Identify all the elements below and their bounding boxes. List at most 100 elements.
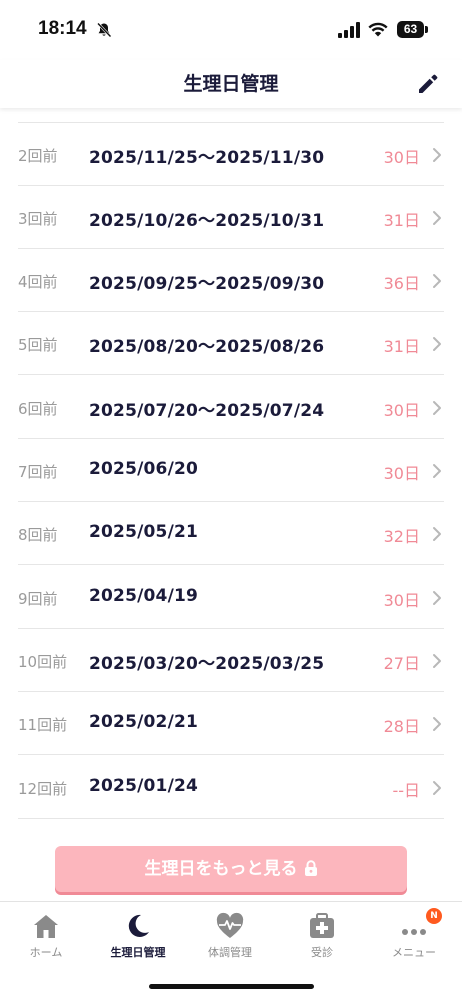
cycle-length: 30日 xyxy=(384,397,420,421)
cycle-length: 28日 xyxy=(384,713,420,737)
tab-label: ホーム xyxy=(29,946,63,959)
period-dates: 2025/07/20〜2025/07/24 xyxy=(89,401,325,421)
days-unit: 日 xyxy=(403,717,420,736)
period-row[interactable]: 10回前 2025/03/20〜2025/03/25 27日 xyxy=(0,629,462,692)
chevron-right-icon xyxy=(433,717,441,731)
period-row[interactable]: 3回前 2025/10/26〜2025/10/31 31日 xyxy=(0,186,462,249)
bell-off-icon xyxy=(97,22,112,38)
chevron-right-icon xyxy=(433,654,441,668)
chevron-right-icon xyxy=(433,464,441,478)
cycle-label: 3回前 xyxy=(18,210,58,228)
period-row[interactable]: 4回前 2025/09/25〜2025/09/30 36日 xyxy=(0,249,462,312)
chevron-right-icon xyxy=(433,148,441,162)
medical-box-icon xyxy=(310,913,334,938)
more-dots-icon xyxy=(402,929,426,935)
days-unit: 日 xyxy=(403,464,420,483)
tab-menu[interactable]: N メニュー xyxy=(368,902,460,972)
see-more-periods-button[interactable]: 生理日をもっと見る xyxy=(55,846,407,892)
cycle-label: 7回前 xyxy=(18,463,58,481)
cycle-days-value: 30 xyxy=(383,591,404,610)
cycle-days-value: 30 xyxy=(383,464,404,483)
days-unit: 日 xyxy=(403,401,420,420)
cycle-days-value: 31 xyxy=(383,211,404,230)
moon-icon xyxy=(128,914,149,937)
period-dates: 2025/06/20 xyxy=(89,459,199,479)
period-dates: 2025/05/21 xyxy=(89,522,199,542)
cycle-length: --日 xyxy=(392,777,420,801)
cycle-label: 9回前 xyxy=(18,590,58,608)
cycle-label: 2回前 xyxy=(18,147,58,165)
days-unit: 日 xyxy=(403,211,420,230)
days-unit: 日 xyxy=(403,337,420,356)
edit-pencil-icon[interactable] xyxy=(414,70,442,98)
days-unit: 日 xyxy=(403,591,420,610)
tab-consultation[interactable]: 受診 xyxy=(276,902,368,972)
tab-home[interactable]: ホーム xyxy=(0,902,92,972)
cycle-label: 6回前 xyxy=(18,400,58,418)
days-unit: 日 xyxy=(403,781,420,800)
cycle-length: 30日 xyxy=(384,460,420,484)
cycle-days-value: 28 xyxy=(383,717,404,736)
days-unit: 日 xyxy=(403,527,420,546)
days-unit: 日 xyxy=(403,654,420,673)
see-more-label: 生理日をもっと見る xyxy=(144,859,298,879)
period-dates: 2025/11/25〜2025/11/30 xyxy=(89,148,325,168)
days-unit: 日 xyxy=(403,274,420,293)
period-row[interactable]: 12回前 2025/01/24 --日 xyxy=(0,756,462,819)
chevron-right-icon xyxy=(433,591,441,605)
period-row[interactable]: 8回前 2025/05/21 32日 xyxy=(0,502,462,565)
battery-icon: 63 xyxy=(397,21,429,38)
notification-badge: N xyxy=(426,908,442,924)
cycle-days-value: 27 xyxy=(383,654,404,673)
cycle-days-value: 36 xyxy=(383,274,404,293)
more-button-wrapper: 生理日をもっと見る xyxy=(55,846,407,896)
cycle-label: 11回前 xyxy=(18,716,68,734)
chevron-right-icon xyxy=(433,401,441,415)
cycle-length: 31日 xyxy=(384,333,420,357)
cycle-label: 8回前 xyxy=(18,526,58,544)
page-title: 生理日管理 xyxy=(183,73,279,95)
tab-label: メニュー xyxy=(392,946,436,959)
chevron-right-icon xyxy=(433,337,441,351)
tab-label: 生理日管理 xyxy=(110,946,166,959)
period-row[interactable]: 6回前 2025/07/20〜2025/07/24 30日 xyxy=(0,376,462,439)
tab-period-management[interactable]: 生理日管理 xyxy=(92,902,184,972)
wifi-icon xyxy=(368,22,388,37)
signal-icon xyxy=(338,22,360,38)
period-row[interactable]: 5回前 2025/08/20〜2025/08/26 31日 xyxy=(0,312,462,375)
period-dates: 2025/02/21 xyxy=(89,712,199,732)
cycle-length: 32日 xyxy=(384,523,420,547)
tab-label: 受診 xyxy=(311,946,333,959)
period-dates: 2025/03/20〜2025/03/25 xyxy=(89,654,325,674)
period-row[interactable]: 2回前 2025/11/25〜2025/11/30 30日 xyxy=(0,123,462,186)
period-dates: 2025/08/20〜2025/08/26 xyxy=(89,337,325,357)
cycle-label: 4回前 xyxy=(18,273,58,291)
cycle-length: 31日 xyxy=(384,207,420,231)
days-unit: 日 xyxy=(403,148,420,167)
header: 生理日管理 xyxy=(0,60,462,108)
heart-pulse-icon xyxy=(216,912,244,938)
period-row[interactable]: 11回前 2025/02/21 28日 xyxy=(0,692,462,755)
chevron-right-icon xyxy=(433,527,441,541)
chevron-right-icon xyxy=(433,211,441,225)
tab-label: 体調管理 xyxy=(208,946,252,959)
period-row[interactable]: 7回前 2025/06/20 30日 xyxy=(0,439,462,502)
chevron-right-icon xyxy=(433,781,441,795)
cycle-length: 30日 xyxy=(384,144,420,168)
cycle-length: 27日 xyxy=(384,650,420,674)
cycle-days-value: 32 xyxy=(383,527,404,546)
cycle-days-value: 30 xyxy=(383,401,404,420)
period-row[interactable]: 9回前 2025/04/19 30日 xyxy=(0,566,462,629)
home-indicator xyxy=(149,984,314,989)
home-icon xyxy=(34,915,58,938)
tab-health-management[interactable]: 体調管理 xyxy=(184,902,276,972)
cycle-length: 36日 xyxy=(384,270,420,294)
cycle-length: 30日 xyxy=(384,587,420,611)
cycle-days-value: 30 xyxy=(383,148,404,167)
period-dates: 2025/04/19 xyxy=(89,586,199,606)
status-bar: 18:14 63 xyxy=(0,0,462,60)
period-dates: 2025/01/24 xyxy=(89,776,199,796)
cycle-label: 12回前 xyxy=(18,780,68,798)
cycle-label: 5回前 xyxy=(18,336,58,354)
chevron-right-icon xyxy=(433,274,441,288)
